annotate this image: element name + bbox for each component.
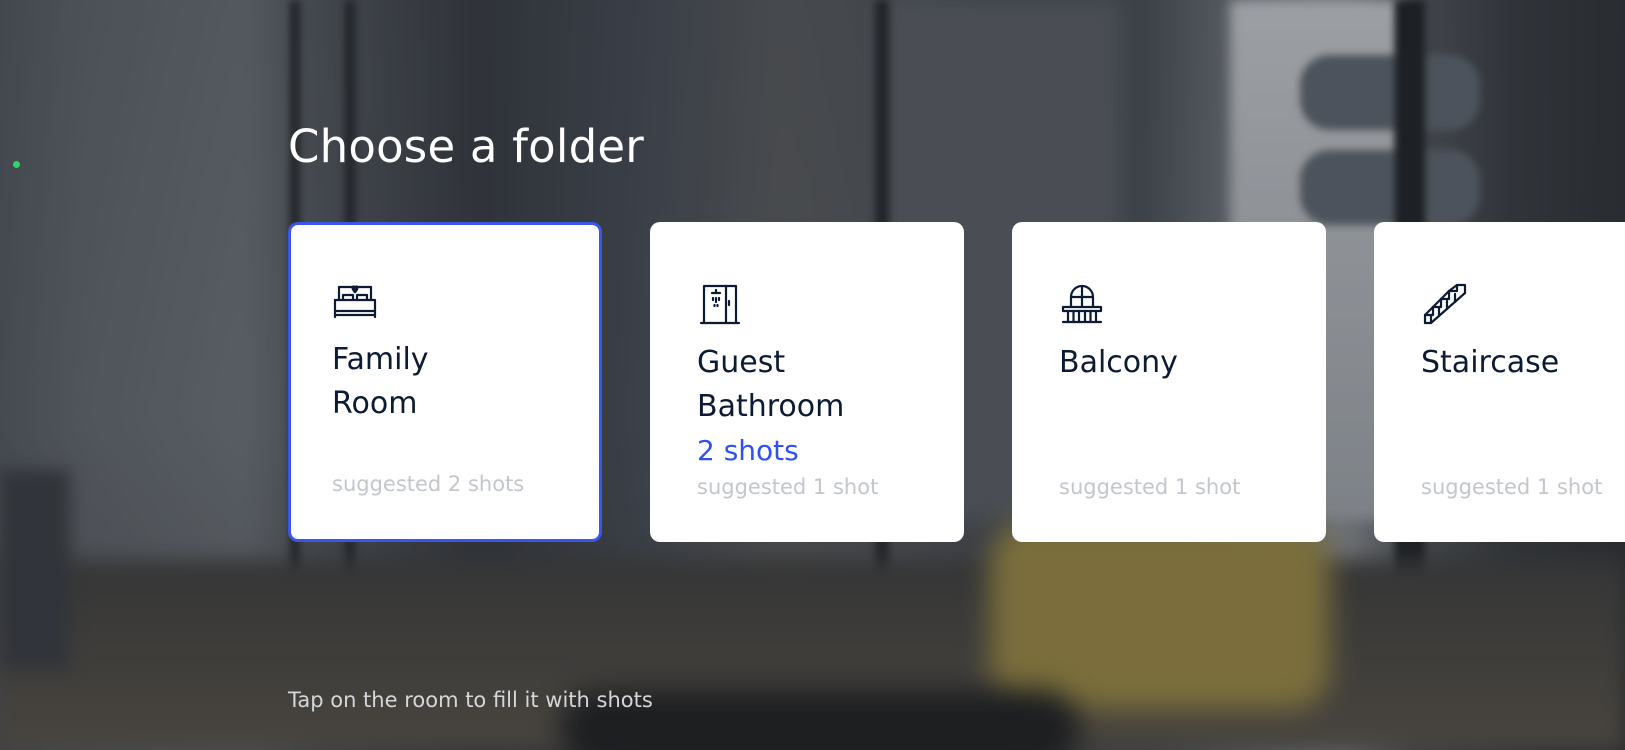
folder-card-staircase[interactable]: Staircase suggested 1 shot — [1374, 222, 1625, 542]
folder-name: Staircase — [1421, 345, 1560, 380]
folder-suggested-count: suggested 2 shots — [332, 472, 525, 496]
balcony-icon — [1059, 281, 1105, 327]
folder-card-balcony[interactable]: Balcony suggested 1 shot — [1012, 222, 1326, 542]
folder-suggested-count: suggested 1 shot — [697, 475, 879, 499]
folder-suggested-count: suggested 1 shot — [1059, 475, 1241, 499]
status-indicator-dot — [13, 161, 20, 168]
folder-name: Balcony — [1059, 345, 1178, 380]
page-title: Choose a folder — [288, 120, 644, 173]
folder-card-guest-bathroom[interactable]: Guest Bathroom 2 shots suggested 1 shot — [650, 222, 964, 542]
folder-name: Guest Bathroom — [697, 345, 845, 424]
folder-suggested-count: suggested 1 shot — [1421, 475, 1603, 499]
folder-name: Family Room — [332, 342, 429, 421]
folder-list: Family Room suggested 2 shots Guest Bath… — [288, 222, 1625, 542]
folder-shot-count: 2 shots — [697, 434, 799, 467]
bed-icon — [332, 278, 378, 324]
stairs-icon — [1421, 281, 1467, 327]
shower-icon — [697, 281, 743, 327]
hint-text: Tap on the room to fill it with shots — [288, 688, 653, 712]
folder-card-family-room[interactable]: Family Room suggested 2 shots — [288, 222, 602, 542]
